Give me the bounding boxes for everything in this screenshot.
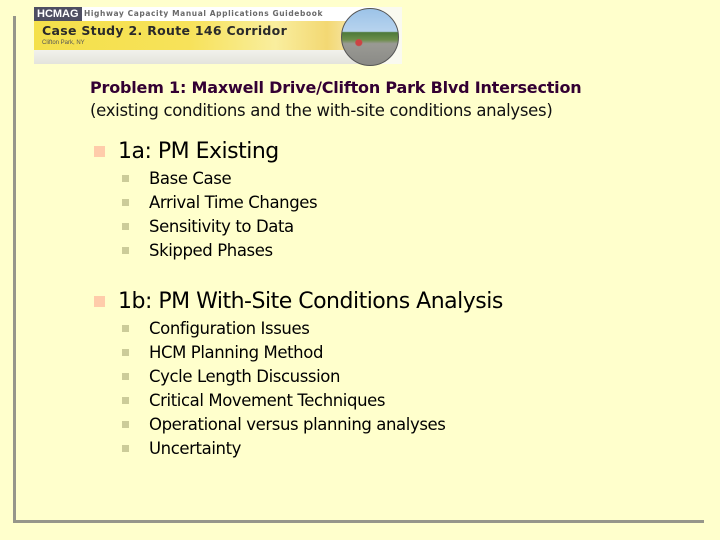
square-bullet-icon: [122, 372, 129, 380]
square-bullet-icon: [122, 348, 129, 356]
list-item-label: Arrival Time Changes: [149, 192, 318, 212]
square-bullet-icon: [94, 145, 105, 157]
list-item: Sensitivity to Data: [122, 214, 317, 238]
list-item-label: Configuration Issues: [149, 318, 310, 338]
square-bullet-icon: [122, 444, 129, 452]
section-label: 1b: PM With-Site Conditions Analysis: [118, 288, 503, 314]
list-item: Operational versus planning analyses: [122, 412, 503, 436]
road-photo-icon: [341, 8, 399, 66]
section-heading: 1a: PM Existing: [94, 136, 317, 166]
square-bullet-icon: [122, 420, 129, 428]
frame-left-border: [13, 16, 16, 523]
section-heading: 1b: PM With-Site Conditions Analysis: [94, 286, 503, 316]
list-item: Base Case: [122, 166, 317, 190]
list-item: Configuration Issues: [122, 316, 503, 340]
square-bullet-icon: [122, 396, 129, 404]
section-label: 1a: PM Existing: [118, 138, 279, 164]
sub-list: Configuration Issues HCM Planning Method…: [94, 316, 503, 460]
case-study-location: Clifton Park, NY: [42, 40, 85, 46]
list-item-label: Base Case: [149, 168, 232, 188]
square-bullet-icon: [122, 324, 129, 332]
list-item-label: Skipped Phases: [149, 240, 273, 260]
list-item: Cycle Length Discussion: [122, 364, 503, 388]
list-item-label: Operational versus planning analyses: [149, 414, 446, 434]
list-item-label: Cycle Length Discussion: [149, 366, 341, 386]
square-bullet-icon: [122, 198, 129, 206]
section-1b: 1b: PM With-Site Conditions Analysis Con…: [94, 286, 503, 460]
list-item-label: Critical Movement Techniques: [149, 390, 386, 410]
problem-title: Problem 1: Maxwell Drive/Clifton Park Bl…: [90, 78, 582, 97]
banner-top-strip: HCMAG Highway Capacity Manual Applicatio…: [34, 7, 374, 21]
section-1a: 1a: PM Existing Base Case Arrival Time C…: [94, 136, 318, 262]
list-item: HCM Planning Method: [122, 340, 503, 364]
hcmag-logo: HCMAG: [34, 7, 82, 21]
banner-bottom-strip: [34, 50, 379, 64]
square-bullet-icon: [122, 246, 129, 254]
banner-title-strip: Case Study 2. Route 146 Corridor Clifton…: [34, 21, 379, 50]
square-bullet-icon: [94, 295, 105, 307]
problem-subtitle: (existing conditions and the with-site c…: [90, 101, 553, 120]
list-item: Critical Movement Techniques: [122, 388, 503, 412]
sub-list: Base Case Arrival Time Changes Sensitivi…: [94, 166, 318, 262]
guidebook-title: Highway Capacity Manual Applications Gui…: [84, 9, 324, 18]
frame-bottom-border: [13, 520, 704, 523]
list-item: Arrival Time Changes: [122, 190, 318, 214]
case-study-title: Case Study 2. Route 146 Corridor: [42, 23, 288, 38]
list-item-label: Sensitivity to Data: [149, 216, 294, 236]
list-item-label: Uncertainty: [149, 438, 241, 458]
list-item: Uncertainty: [122, 436, 503, 460]
list-item-label: HCM Planning Method: [149, 342, 324, 362]
list-item: Skipped Phases: [122, 238, 317, 262]
square-bullet-icon: [122, 174, 129, 182]
square-bullet-icon: [122, 222, 129, 230]
